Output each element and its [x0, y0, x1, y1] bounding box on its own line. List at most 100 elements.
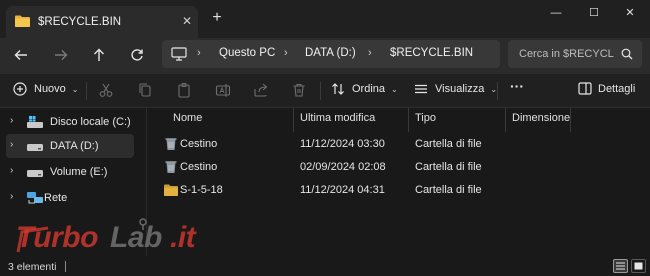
new-button[interactable]: Nuovo ⌄ — [13, 82, 79, 96]
refresh-button[interactable] — [127, 45, 147, 65]
close-window-button[interactable]: ✕ — [620, 6, 640, 20]
toolbar-divider — [320, 82, 321, 100]
breadcrumb-separator: › — [197, 47, 201, 59]
network-icon — [27, 192, 43, 204]
close-tab-icon[interactable]: ✕ — [180, 14, 194, 28]
sort-button-label: Ordina — [352, 83, 386, 95]
navigation-pane: › Disco locale (C:) › DATA (D:) › Volume… — [0, 108, 146, 256]
plus-circle-icon — [13, 82, 27, 96]
rename-icon[interactable] — [215, 82, 231, 98]
sidebar-item-local-disk-c[interactable]: › Disco locale (C:) — [6, 110, 134, 134]
breadcrumb-this-pc[interactable]: Questo PC — [219, 47, 275, 59]
search-placeholder: Cerca in $RECYCL — [519, 48, 614, 60]
sidebar-item-network[interactable]: › Rete — [0, 186, 128, 210]
details-view-button[interactable] — [613, 259, 628, 273]
sidebar-item-data-d[interactable]: › DATA (D:) — [6, 134, 134, 158]
arrow-up-icon — [94, 48, 104, 61]
column-divider[interactable] — [408, 108, 409, 132]
file-name: Cestino — [180, 161, 218, 173]
file-type: Cartella di file — [415, 138, 482, 150]
cut-icon[interactable] — [98, 82, 114, 98]
chevron-right-icon[interactable]: › — [10, 139, 13, 150]
svg-text:.it: .it — [170, 221, 198, 254]
view-icon — [415, 84, 427, 94]
breadcrumb-separator: › — [368, 47, 372, 59]
title-bar: $RECYCLE.BIN ✕ + — ☐ ✕ — [0, 0, 650, 38]
paste-icon[interactable] — [176, 82, 192, 98]
sidebar-item-volume-e[interactable]: › Volume (E:) — [6, 160, 134, 184]
file-type: Cartella di file — [415, 184, 482, 196]
copy-icon[interactable] — [137, 82, 153, 98]
search-icon[interactable] — [621, 48, 633, 60]
chevron-down-icon: ⌄ — [391, 84, 398, 94]
column-header-type[interactable]: Tipo — [415, 112, 436, 130]
chevron-right-icon[interactable]: › — [10, 115, 13, 126]
file-type: Cartella di file — [415, 161, 482, 173]
tab-title: $RECYCLE.BIN — [38, 16, 122, 28]
column-header-name[interactable]: Nome — [173, 112, 202, 130]
file-row[interactable]: S-1-5-18 11/12/2024 04:31 Cartella di fi… — [152, 179, 572, 201]
command-bar: Nuovo ⌄ Ordina ⌄ Visualizza ⌄ ··· Dettag… — [0, 74, 650, 108]
file-name: Cestino — [180, 138, 218, 150]
delete-icon[interactable] — [291, 82, 307, 98]
column-header-size[interactable]: Dimensione — [512, 112, 570, 130]
arrow-left-icon — [14, 50, 27, 60]
toolbar-divider — [86, 82, 87, 100]
details-pane-icon — [578, 82, 592, 95]
file-modified: 02/09/2024 02:08 — [300, 161, 386, 173]
column-divider[interactable] — [505, 108, 506, 132]
tab-recycle-bin[interactable]: $RECYCLE.BIN ✕ — [6, 6, 198, 38]
sidebar-item-label: Rete — [44, 192, 68, 204]
address-bar[interactable]: › Questo PC › DATA (D:) › $RECYCLE.BIN — [162, 40, 500, 68]
recycle-bin-icon — [165, 138, 177, 150]
windows-drive-icon — [27, 116, 43, 128]
breadcrumb-recycle-bin[interactable]: $RECYCLE.BIN — [390, 47, 473, 59]
new-button-label: Nuovo — [34, 83, 66, 95]
folder-icon — [15, 15, 30, 27]
sidebar-item-label: Disco locale (C:) — [50, 116, 131, 128]
breadcrumb-data-drive[interactable]: DATA (D:) — [305, 47, 356, 59]
tiles-view-button[interactable] — [631, 259, 646, 273]
sidebar-item-label: Volume (E:) — [50, 166, 108, 178]
drive-icon — [27, 144, 43, 151]
sort-icon — [332, 83, 344, 95]
up-button[interactable] — [89, 45, 109, 65]
file-row[interactable]: Cestino 02/09/2024 02:08 Cartella di fil… — [152, 156, 572, 178]
view-button[interactable]: Visualizza ⌄ — [414, 82, 497, 96]
chevron-right-icon[interactable]: › — [10, 191, 13, 202]
tiles-view-icon — [634, 262, 643, 270]
new-tab-button[interactable]: + — [208, 9, 226, 27]
recycle-bin-icon — [165, 161, 177, 173]
toolbar-divider — [497, 82, 498, 100]
computer-icon — [171, 47, 187, 61]
status-divider — [65, 261, 66, 272]
chevron-right-icon[interactable]: › — [10, 165, 13, 176]
file-modified: 11/12/2024 03:30 — [300, 138, 385, 150]
pane-divider[interactable] — [146, 108, 147, 256]
details-pane-label: Dettagli — [598, 82, 636, 95]
minimize-button[interactable]: — — [546, 6, 566, 20]
breadcrumb-separator: › — [284, 47, 288, 59]
arrow-right-icon — [55, 50, 68, 60]
item-count: 3 elementi — [8, 261, 57, 273]
column-divider[interactable] — [570, 108, 571, 132]
list-view-icon — [616, 262, 625, 270]
sidebar-item-label: DATA (D:) — [50, 140, 99, 152]
file-row[interactable]: Cestino 11/12/2024 03:30 Cartella di fil… — [152, 133, 572, 155]
folder-icon — [164, 184, 178, 196]
maximize-button[interactable]: ☐ — [584, 6, 604, 20]
navigation-bar: › Questo PC › DATA (D:) › $RECYCLE.BIN C… — [0, 38, 650, 74]
column-header-modified[interactable]: Ultima modifica — [300, 112, 375, 130]
share-icon[interactable] — [253, 82, 269, 98]
forward-button[interactable] — [51, 45, 71, 65]
more-options-button[interactable]: ··· — [510, 78, 524, 94]
status-bar: 3 elementi — [0, 256, 650, 276]
details-pane-button[interactable]: Dettagli — [578, 82, 635, 95]
file-name: S-1-5-18 — [180, 184, 223, 196]
column-divider[interactable] — [293, 108, 294, 132]
refresh-icon — [131, 49, 143, 61]
chevron-down-icon: ⌄ — [71, 84, 79, 94]
sort-button[interactable]: Ordina ⌄ — [331, 82, 398, 96]
back-button[interactable] — [11, 45, 31, 65]
search-box[interactable]: Cerca in $RECYCL — [508, 40, 642, 68]
